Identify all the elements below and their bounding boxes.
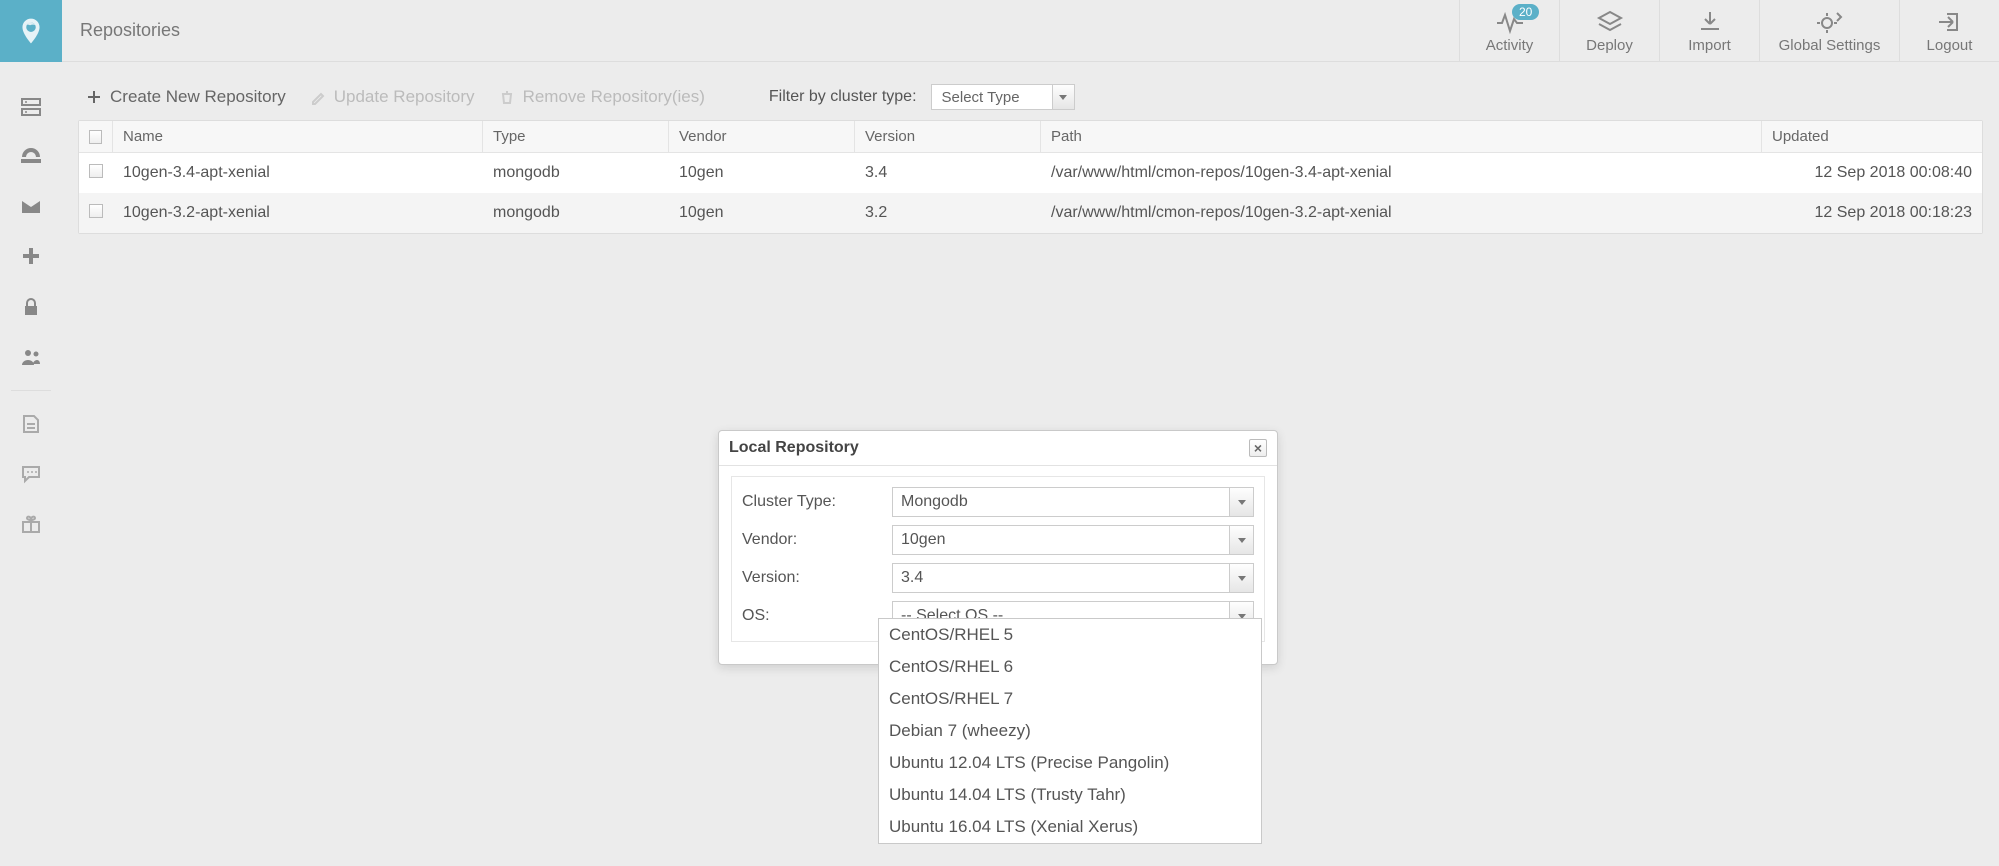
os-option[interactable]: Debian 7 (wheezy) xyxy=(879,715,1261,747)
breadcrumb: Repositories xyxy=(62,0,180,61)
import-icon xyxy=(1695,9,1725,35)
left-sidebar xyxy=(0,62,62,866)
table-header: Name Type Vendor Version Path Updated xyxy=(79,121,1982,153)
os-dropdown-list: CentOS/RHEL 5 CentOS/RHEL 6 CentOS/RHEL … xyxy=(878,618,1262,844)
deploy-label: Deploy xyxy=(1586,37,1633,54)
sidebar-item-chat[interactable] xyxy=(0,449,62,499)
os-option[interactable]: CentOS/RHEL 7 xyxy=(879,683,1261,715)
update-label: Update Repository xyxy=(334,87,475,107)
col-header-version[interactable]: Version xyxy=(855,121,1041,152)
logout-button[interactable]: Logout xyxy=(1899,0,1999,62)
col-header-updated[interactable]: Updated xyxy=(1762,121,1982,152)
col-header-name[interactable]: Name xyxy=(113,121,483,152)
os-option[interactable]: CentOS/RHEL 5 xyxy=(879,619,1261,651)
repositories-table: Name Type Vendor Version Path Updated 10… xyxy=(78,120,1983,234)
breadcrumb-text: Repositories xyxy=(80,20,180,41)
update-repository-button[interactable]: Update Repository xyxy=(310,87,475,107)
stack-icon xyxy=(1595,9,1625,35)
os-label: OS: xyxy=(742,607,892,625)
os-option[interactable]: CentOS/RHEL 6 xyxy=(879,651,1261,683)
cell-type: mongodb xyxy=(483,164,669,182)
pencil-icon xyxy=(310,89,326,105)
top-bar: Repositories 20 Activity Deploy Import G… xyxy=(0,0,1999,62)
dialog-title: Local Repository xyxy=(729,439,859,457)
toolbar: Create New Repository Update Repository … xyxy=(78,76,1983,120)
activity-badge: 20 xyxy=(1512,4,1539,20)
import-label: Import xyxy=(1688,37,1731,54)
sidebar-item-docs[interactable] xyxy=(0,399,62,449)
cell-vendor: 10gen xyxy=(669,204,855,222)
sidebar-item-dashboard[interactable] xyxy=(0,132,62,182)
os-option[interactable]: Ubuntu 12.04 LTS (Precise Pangolin) xyxy=(879,747,1261,779)
plus-icon xyxy=(86,89,102,105)
vendor-select[interactable]: 10gen xyxy=(892,525,1254,555)
chevron-down-icon xyxy=(1229,526,1253,554)
create-label: Create New Repository xyxy=(110,87,286,107)
activity-button[interactable]: 20 Activity xyxy=(1459,0,1559,62)
cell-name: 10gen-3.4-apt-xenial xyxy=(113,164,483,182)
cell-path: /var/www/html/cmon-repos/10gen-3.4-apt-x… xyxy=(1041,164,1762,182)
remove-repository-button[interactable]: Remove Repository(ies) xyxy=(499,87,705,107)
cell-type: mongodb xyxy=(483,204,669,222)
gear-wrench-icon xyxy=(1815,9,1845,35)
col-header-path[interactable]: Path xyxy=(1041,121,1762,152)
version-label: Version: xyxy=(742,569,892,587)
select-all-checkbox[interactable] xyxy=(89,130,102,144)
os-option[interactable]: Ubuntu 14.04 LTS (Trusty Tahr) xyxy=(879,779,1261,811)
table-row[interactable]: 10gen-3.2-apt-xenial mongodb 10gen 3.2 /… xyxy=(79,193,1982,233)
import-button[interactable]: Import xyxy=(1659,0,1759,62)
chevron-down-icon xyxy=(1229,564,1253,592)
vendor-value: 10gen xyxy=(893,531,1229,549)
table-row[interactable]: 10gen-3.4-apt-xenial mongodb 10gen 3.4 /… xyxy=(79,153,1982,193)
deploy-button[interactable]: Deploy xyxy=(1559,0,1659,62)
chevron-down-icon xyxy=(1229,488,1253,516)
activity-label: Activity xyxy=(1486,37,1534,54)
logout-label: Logout xyxy=(1927,37,1973,54)
col-header-type[interactable]: Type xyxy=(483,121,669,152)
version-select[interactable]: 3.4 xyxy=(892,563,1254,593)
cell-version: 3.2 xyxy=(855,204,1041,222)
sidebar-item-gift[interactable] xyxy=(0,499,62,549)
cell-path: /var/www/html/cmon-repos/10gen-3.2-apt-x… xyxy=(1041,204,1762,222)
cluster-type-label: Cluster Type: xyxy=(742,493,892,511)
close-button[interactable] xyxy=(1249,439,1267,457)
sidebar-item-security[interactable] xyxy=(0,282,62,332)
cell-vendor: 10gen xyxy=(669,164,855,182)
sidebar-item-servers[interactable] xyxy=(0,82,62,132)
sidebar-item-users[interactable] xyxy=(0,332,62,382)
filter-label: Filter by cluster type: xyxy=(769,88,917,106)
cluster-type-value: Mongodb xyxy=(893,493,1229,511)
os-option[interactable]: Ubuntu 16.04 LTS (Xenial Xerus) xyxy=(879,811,1261,843)
app-logo[interactable] xyxy=(0,0,62,62)
filter-value: Select Type xyxy=(932,89,1052,106)
row-checkbox[interactable] xyxy=(89,164,103,178)
cell-version: 3.4 xyxy=(855,164,1041,182)
sidebar-item-mail[interactable] xyxy=(0,182,62,232)
settings-label: Global Settings xyxy=(1779,37,1881,54)
filter-cluster-type-select[interactable]: Select Type xyxy=(931,84,1075,110)
chevron-down-icon xyxy=(1052,85,1074,109)
cell-updated: 12 Sep 2018 00:18:23 xyxy=(1762,204,1982,222)
version-value: 3.4 xyxy=(893,569,1229,587)
sidebar-item-integrations[interactable] xyxy=(0,232,62,282)
create-repository-button[interactable]: Create New Repository xyxy=(86,87,286,107)
row-checkbox[interactable] xyxy=(89,204,103,218)
cell-updated: 12 Sep 2018 00:08:40 xyxy=(1762,164,1982,182)
cluster-type-select[interactable]: Mongodb xyxy=(892,487,1254,517)
dialog-header: Local Repository xyxy=(719,431,1277,466)
logout-icon xyxy=(1935,9,1965,35)
cell-name: 10gen-3.2-apt-xenial xyxy=(113,204,483,222)
global-settings-button[interactable]: Global Settings xyxy=(1759,0,1899,62)
remove-label: Remove Repository(ies) xyxy=(523,87,705,107)
col-header-vendor[interactable]: Vendor xyxy=(669,121,855,152)
trash-icon xyxy=(499,89,515,105)
vendor-label: Vendor: xyxy=(742,531,892,549)
